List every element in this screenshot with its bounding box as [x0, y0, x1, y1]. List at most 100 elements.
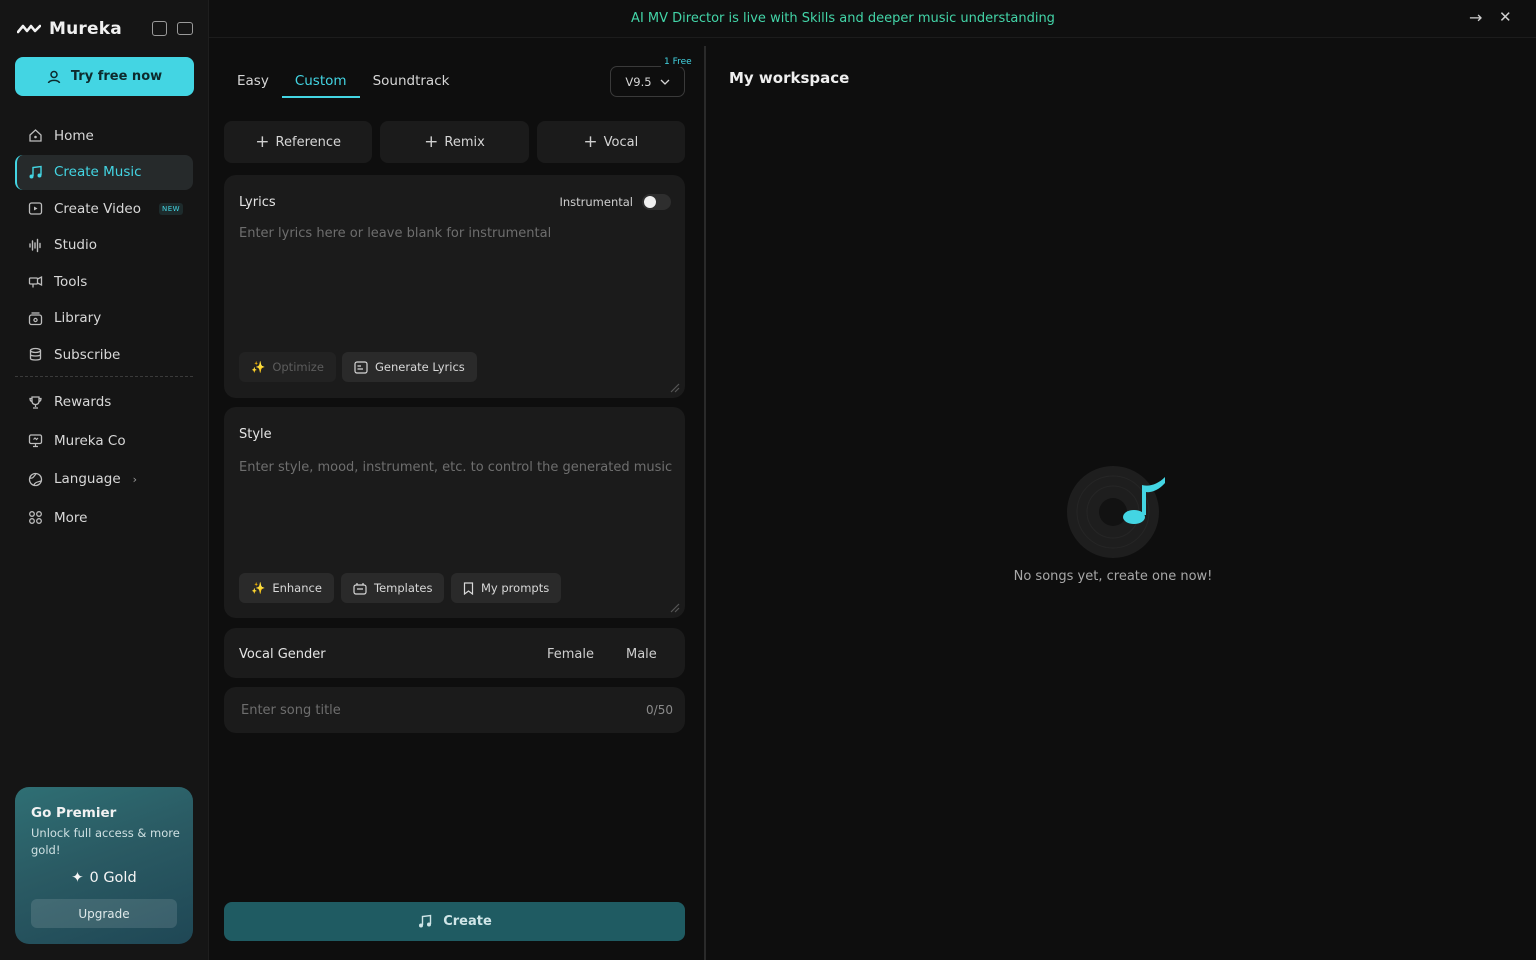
try-free-label: Try free now	[70, 69, 163, 84]
library-icon	[27, 310, 43, 326]
templates-label: Templates	[374, 581, 433, 595]
nav-language-label: Language	[54, 471, 121, 487]
enhance-label: Enhance	[272, 581, 322, 595]
home-icon	[27, 128, 43, 144]
gold-balance: ✦ 0 Gold	[15, 870, 193, 886]
plus-icon: +	[583, 131, 598, 152]
notes-icon[interactable]	[152, 21, 167, 36]
app-window: Mureka Try free now Home Create Music Cr…	[0, 0, 1536, 960]
nav-subscribe[interactable]: Subscribe	[15, 337, 193, 372]
lyrics-ai-icon	[354, 360, 368, 374]
resize-handle-icon[interactable]	[668, 601, 680, 613]
chevron-down-icon	[660, 79, 670, 85]
nav-language[interactable]: Language ›	[15, 460, 193, 498]
lyrics-card: Lyrics Instrumental Enter lyrics here or…	[224, 175, 685, 398]
nav-tools-label: Tools	[54, 273, 88, 290]
song-title-input[interactable]: Enter song title	[241, 703, 341, 718]
tab-soundtrack[interactable]: Soundtrack	[360, 60, 463, 98]
nav-home[interactable]: Home	[15, 118, 193, 153]
empty-state-text: No songs yet, create one now!	[1013, 569, 1213, 584]
style-input[interactable]: Enter style, mood, instrument, etc. to c…	[239, 460, 672, 475]
panel-divider[interactable]	[704, 46, 706, 960]
globe-icon	[27, 471, 43, 487]
instrumental-toggle[interactable]	[642, 194, 671, 210]
premier-card: Go Premier Unlock full access & more gol…	[15, 787, 193, 944]
upgrade-button[interactable]: Upgrade	[31, 899, 177, 928]
primary-nav: Home Create Music Create Video NEW Studi…	[15, 118, 193, 374]
vocal-label: Vocal	[603, 134, 639, 150]
sidebar: Mureka Try free now Home Create Music Cr…	[0, 0, 209, 960]
nav-studio[interactable]: Studio	[15, 228, 193, 263]
nav-more[interactable]: More	[15, 499, 193, 537]
optimize-button[interactable]: ✨ Optimize	[239, 352, 336, 382]
nav-create-music[interactable]: Create Music	[15, 154, 193, 190]
magic-wand-icon: ✨	[251, 581, 266, 595]
user-icon	[47, 70, 61, 83]
tools-icon	[27, 274, 43, 290]
video-icon	[27, 201, 43, 217]
nav-tools[interactable]: Tools	[15, 264, 193, 299]
song-title-field[interactable]: Enter song title 0/50	[224, 687, 685, 733]
reference-label: Reference	[275, 134, 342, 150]
generate-lyrics-button[interactable]: Generate Lyrics	[342, 352, 477, 382]
close-icon[interactable]: ✕	[1499, 8, 1512, 26]
nav-create-video[interactable]: Create Video NEW	[15, 191, 193, 226]
free-badge: 1 Free	[661, 57, 695, 67]
vocal-male-option[interactable]: Male	[626, 647, 657, 662]
mode-tabs: Easy Custom Soundtrack	[224, 60, 462, 100]
optimize-label: Optimize	[272, 360, 324, 374]
vocal-button[interactable]: + Vocal	[536, 121, 685, 163]
reference-button[interactable]: + Reference	[224, 121, 373, 163]
coins-icon	[27, 347, 43, 363]
nav-studio-label: Studio	[54, 237, 97, 253]
tab-easy[interactable]: Easy	[224, 60, 282, 98]
music-note-icon	[419, 914, 432, 928]
resize-handle-icon[interactable]	[668, 381, 680, 393]
lyrics-label: Lyrics	[239, 195, 276, 210]
vocal-gender-label: Vocal Gender	[239, 647, 326, 662]
premier-subtitle: Unlock full access & more gold!	[31, 826, 180, 857]
logo[interactable]: Mureka	[17, 18, 197, 40]
version-label: V9.5	[625, 74, 652, 89]
mureka-logo-icon	[17, 24, 41, 34]
nav-mureka-co[interactable]: Mureka Co	[15, 422, 193, 460]
plus-icon: +	[424, 131, 439, 152]
try-free-button[interactable]: Try free now	[15, 57, 194, 96]
nav-library[interactable]: Library	[15, 301, 193, 336]
workspace-title: My workspace	[729, 69, 850, 87]
music-note-icon	[27, 164, 43, 180]
nav-home-label: Home	[54, 127, 94, 144]
toggle-knob	[644, 196, 656, 208]
gold-amount: 0 Gold	[89, 870, 137, 886]
instrumental-label: Instrumental	[559, 195, 633, 209]
nav-more-label: More	[54, 509, 88, 526]
collapse-sidebar-icon[interactable]	[177, 22, 193, 35]
chevron-right-icon: ›	[132, 472, 138, 486]
magic-wand-icon: ✨	[251, 360, 266, 374]
banner-text[interactable]: AI MV Director is live with Skills and d…	[209, 11, 1477, 26]
create-label: Create	[443, 914, 492, 929]
lyrics-input[interactable]: Enter lyrics here or leave blank for ins…	[239, 226, 551, 241]
plus-icon: +	[255, 131, 270, 152]
monitor-icon	[27, 433, 43, 449]
sparkle-icon: ✦	[71, 870, 84, 886]
title-char-count: 0/50	[646, 703, 673, 717]
remix-label: Remix	[444, 134, 485, 150]
arrow-right-icon[interactable]: →	[1469, 8, 1482, 27]
nav-create-music-label: Create Music	[54, 164, 142, 180]
enhance-button[interactable]: ✨ Enhance	[239, 573, 334, 603]
create-button[interactable]: Create	[224, 902, 685, 941]
nav-rewards[interactable]: Rewards	[15, 383, 193, 421]
model-version-select[interactable]: V9.5	[610, 66, 685, 97]
my-prompts-button[interactable]: My prompts	[451, 573, 562, 603]
my-prompts-label: My prompts	[481, 581, 550, 595]
remix-button[interactable]: + Remix	[380, 121, 529, 163]
nav-rewards-label: Rewards	[54, 394, 112, 410]
app-name: Mureka	[49, 19, 122, 39]
vocal-female-option[interactable]: Female	[547, 647, 594, 662]
instrumental-toggle-row: Instrumental	[559, 194, 671, 210]
announcement-banner[interactable]: AI MV Director is live with Skills and d…	[209, 0, 1536, 38]
templates-button[interactable]: Templates	[341, 573, 445, 603]
new-badge: NEW	[158, 202, 184, 215]
tab-custom[interactable]: Custom	[281, 60, 360, 98]
